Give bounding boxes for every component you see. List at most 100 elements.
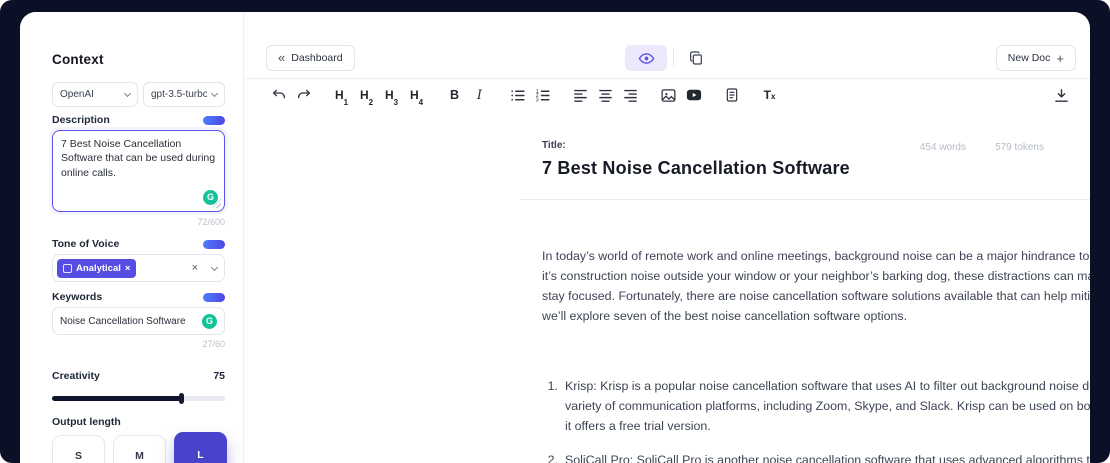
- analytical-tag-icon: [63, 264, 72, 273]
- align-center-button[interactable]: [593, 83, 618, 108]
- view-toggle-divider: [673, 49, 674, 67]
- description-label-row: Description: [52, 114, 225, 126]
- list-item-text: SoliCall Pro: SoliCall Pro is another no…: [565, 450, 1090, 463]
- image-icon: [660, 87, 677, 104]
- eye-icon: [638, 50, 655, 67]
- output-length-label: Output length: [52, 416, 121, 428]
- h3-button[interactable]: H3: [379, 83, 404, 108]
- list-item: 1. Krisp: Krisp is a popular noise cance…: [544, 376, 1090, 436]
- list-item-number: 1.: [544, 376, 558, 436]
- tone-tag-analytical[interactable]: Analytical ×: [57, 259, 136, 278]
- bold-icon: B: [450, 88, 459, 102]
- output-size-l-button[interactable]: L: [174, 432, 227, 463]
- h2-button[interactable]: H2: [354, 83, 379, 108]
- tone-label-row: Tone of Voice: [52, 238, 225, 250]
- ordered-list-icon: 1 2 3: [534, 87, 551, 104]
- tone-toggle[interactable]: [203, 240, 225, 249]
- preview-toggle-button[interactable]: [625, 45, 667, 71]
- download-button[interactable]: [1049, 83, 1074, 108]
- align-left-button[interactable]: [568, 83, 593, 108]
- h-sub: 4: [419, 98, 423, 107]
- italic-button[interactable]: I: [467, 83, 492, 108]
- main-area: « Dashboard: [244, 12, 1090, 463]
- doc-title-label: Title:: [542, 140, 566, 151]
- redo-button[interactable]: [291, 83, 316, 108]
- provider-select[interactable]: OpenAI: [52, 82, 138, 107]
- model-select[interactable]: gpt-3.5-turbo: [143, 82, 225, 107]
- youtube-icon: [685, 86, 703, 104]
- description-textarea[interactable]: 7 Best Noise Cancellation Software that …: [52, 130, 225, 212]
- h1-button[interactable]: H1: [329, 83, 354, 108]
- copy-button[interactable]: [678, 45, 714, 71]
- tone-tag-label: Analytical: [76, 263, 121, 274]
- tag-remove-icon[interactable]: ×: [125, 263, 131, 274]
- numbered-list[interactable]: 1. Krisp: Krisp is a popular noise cance…: [544, 376, 1090, 463]
- keywords-value: Noise Cancellation Software: [60, 316, 202, 327]
- document-icon: [724, 87, 740, 103]
- undo-icon: [271, 87, 287, 103]
- clear-format-icon: Tx: [764, 88, 776, 102]
- align-right-button[interactable]: [618, 83, 643, 108]
- creativity-slider-thumb[interactable]: [179, 393, 184, 404]
- clear-tags-icon[interactable]: ×: [192, 263, 198, 274]
- h-glyph: H: [410, 88, 419, 102]
- clear-format-button[interactable]: Tx: [757, 83, 782, 108]
- new-doc-button[interactable]: New Doc +: [996, 45, 1076, 71]
- model-value: gpt-3.5-turbo: [151, 89, 207, 100]
- creativity-label-row: Creativity 75: [52, 370, 225, 382]
- h-sub: 1: [344, 98, 348, 107]
- output-size-s-button[interactable]: S: [52, 435, 105, 463]
- h-sub: 2: [369, 98, 373, 107]
- sidebar: Context OpenAI gpt-3.5-turbo Description…: [20, 12, 243, 463]
- bullet-list-icon: [509, 87, 526, 104]
- dashboard-label: Dashboard: [291, 52, 342, 64]
- app-window: Context OpenAI gpt-3.5-turbo Description…: [20, 12, 1090, 463]
- creativity-slider[interactable]: [52, 396, 225, 401]
- dashboard-button[interactable]: « Dashboard: [266, 45, 355, 71]
- align-left-icon: [572, 87, 589, 104]
- download-icon: [1053, 87, 1070, 104]
- output-length-label-row: Output length: [52, 416, 225, 428]
- bullet-list-button[interactable]: [505, 83, 530, 108]
- align-right-icon: [622, 87, 639, 104]
- back-chevrons-icon: «: [278, 51, 285, 64]
- keywords-counter: 27/60: [52, 339, 225, 349]
- description-label: Description: [52, 114, 110, 126]
- word-count: 454 words: [920, 142, 966, 153]
- keywords-input[interactable]: Noise Cancellation Software G: [52, 307, 225, 335]
- tone-select[interactable]: Analytical × ×: [52, 254, 225, 282]
- provider-value: OpenAI: [60, 89, 94, 100]
- doc-title[interactable]: 7 Best Noise Cancellation Software: [542, 158, 850, 179]
- creativity-label: Creativity: [52, 370, 100, 382]
- keywords-label: Keywords: [52, 291, 102, 303]
- list-item: 2. SoliCall Pro: SoliCall Pro is another…: [544, 450, 1090, 463]
- list-item-text: Krisp: Krisp is a popular noise cancella…: [565, 376, 1090, 436]
- doc-title-divider: [520, 199, 1090, 200]
- tone-label: Tone of Voice: [52, 238, 119, 250]
- editor-toolbar: H1 H2 H3 H4 B I: [266, 78, 782, 112]
- h4-button[interactable]: H4: [404, 83, 429, 108]
- chevron-down-icon: [124, 90, 131, 97]
- keywords-toggle[interactable]: [203, 293, 225, 302]
- h-glyph: H: [385, 88, 394, 102]
- creativity-value: 75: [213, 370, 225, 382]
- chevron-down-icon: [211, 90, 218, 97]
- h-sub: 3: [394, 98, 398, 107]
- plus-icon: +: [1056, 52, 1064, 65]
- description-value: 7 Best Noise Cancellation Software that …: [61, 138, 215, 179]
- h-glyph: H: [360, 88, 369, 102]
- insert-image-button[interactable]: [656, 83, 681, 108]
- italic-icon: I: [477, 88, 482, 103]
- list-item-number: 2.: [544, 450, 558, 463]
- bold-button[interactable]: B: [442, 83, 467, 108]
- chevron-down-icon: [211, 263, 218, 270]
- description-toggle[interactable]: [203, 116, 225, 125]
- insert-video-button[interactable]: [681, 83, 706, 108]
- ordered-list-button[interactable]: 1 2 3: [530, 83, 555, 108]
- editor-content[interactable]: In today’s world of remote work and onli…: [542, 246, 1090, 326]
- undo-button[interactable]: [266, 83, 291, 108]
- output-size-m-button[interactable]: M: [113, 435, 166, 463]
- new-doc-label: New Doc: [1008, 52, 1051, 64]
- doc-outline-button[interactable]: [719, 83, 744, 108]
- grammarly-icon: G: [202, 314, 217, 329]
